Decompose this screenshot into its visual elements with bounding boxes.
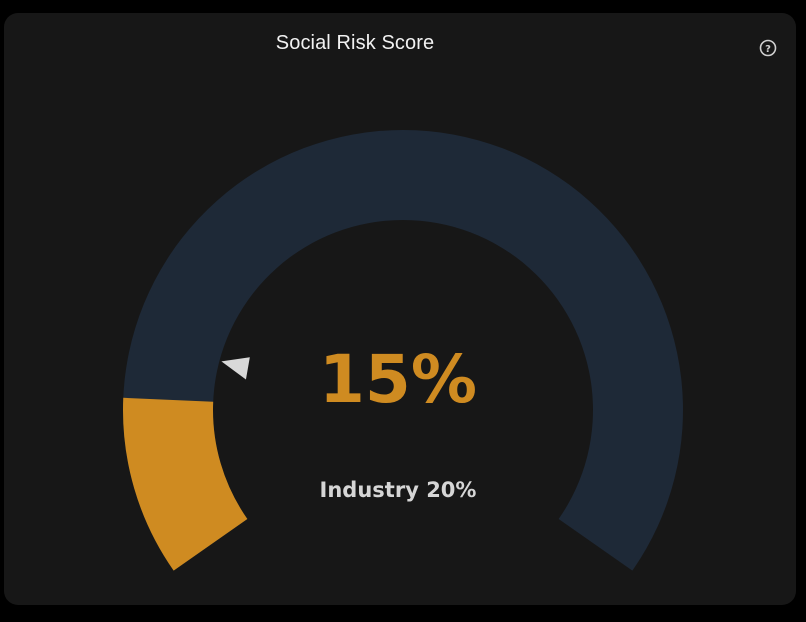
industry-benchmark-label: Industry 20% — [319, 478, 477, 502]
gauge-chart — [122, 129, 683, 571]
gauge-value: 15% — [319, 341, 477, 418]
